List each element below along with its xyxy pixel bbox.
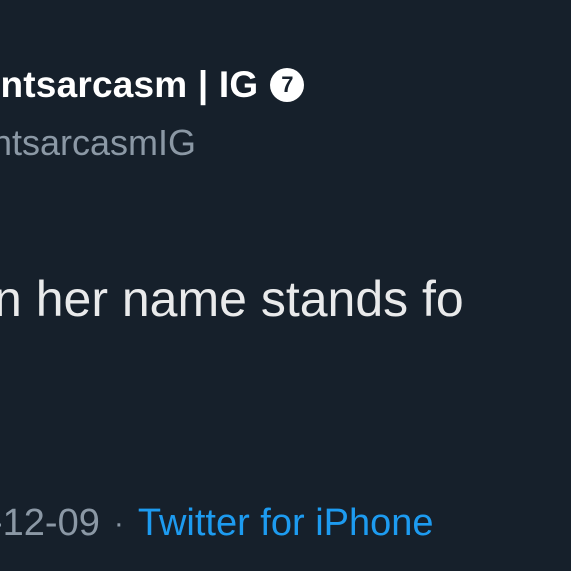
author-handle[interactable]: ntsarcasmIG [0,122,196,164]
author-row: intsarcasm | IG 7 [0,64,305,106]
verified-badge-icon: 7 [270,68,305,102]
author-display-name[interactable]: intsarcasm | IG [0,64,258,106]
tweet-meta-row: -12-09 · Twitter for iPhone [0,502,434,545]
tweet-card: intsarcasm | IG 7 ntsarcasmIG n her name… [0,0,571,571]
tweet-date[interactable]: -12-09 [0,502,100,545]
meta-separator: · [113,506,124,540]
tweet-source-link[interactable]: Twitter for iPhone [138,502,434,545]
tweet-body-text: n her name stands fo [0,271,464,327]
